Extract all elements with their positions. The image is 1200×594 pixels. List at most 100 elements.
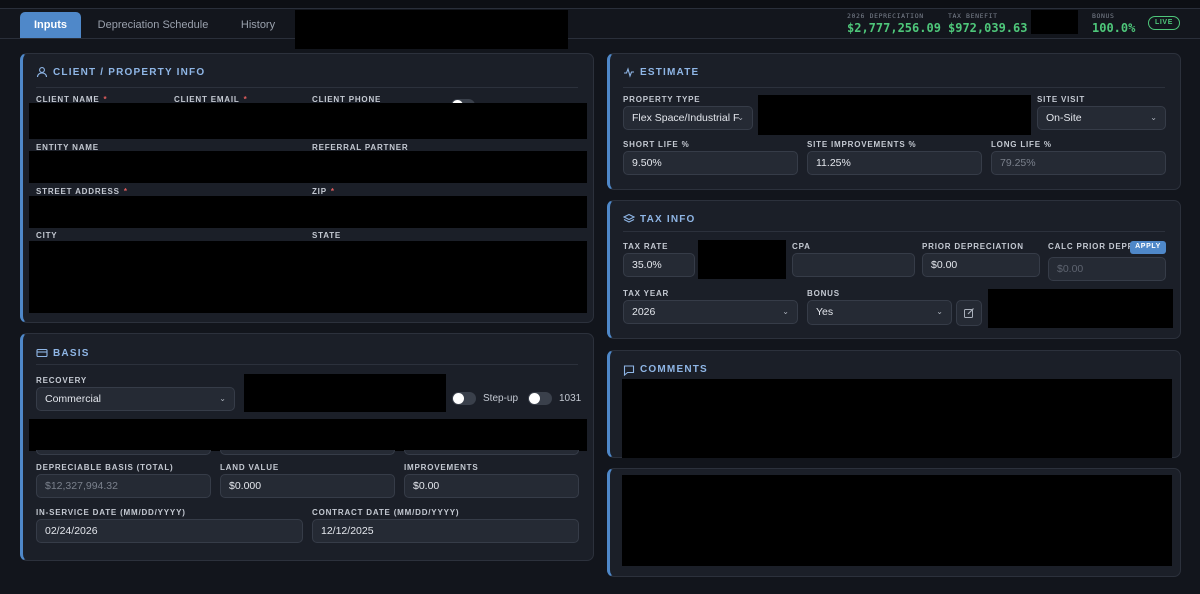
land-value-input[interactable]: $0.000 — [220, 474, 395, 498]
site-improvements-label: SITE IMPROVEMENTS % — [807, 140, 917, 149]
state-label: STATE — [312, 231, 342, 240]
divider — [36, 87, 578, 88]
exchange-1031-label: 1031 — [559, 393, 582, 404]
redacted-region — [29, 151, 587, 183]
improvements-label: IMPROVEMENTS — [404, 463, 479, 472]
redacted-region — [1031, 10, 1078, 34]
property-type-select[interactable]: Flex Space/Industrial F ⌄ — [623, 106, 753, 130]
tax-rate-label: TAX RATE — [623, 242, 669, 251]
street-address-label-text: STREET ADDRESS — [36, 187, 120, 196]
recovery-label: RECOVERY — [36, 376, 88, 385]
bonus-stat-value: 100.0% — [1092, 21, 1136, 35]
redacted-region — [29, 241, 587, 313]
contract-date-input[interactable]: 12/12/2025 — [312, 519, 579, 543]
redacted-region — [622, 475, 1172, 566]
bonus-label: BONUS — [807, 289, 840, 298]
tax-year-select[interactable]: 2026 ⌄ — [623, 300, 798, 324]
apply-button[interactable]: APPLY — [1130, 241, 1166, 254]
partial-field — [220, 450, 395, 455]
site-visit-select[interactable]: On-Site ⌄ — [1037, 106, 1166, 130]
zip-label: ZIP * — [312, 187, 335, 196]
estimate-panel-title: ESTIMATE — [640, 67, 700, 78]
tax-year-select-value: 2026 — [632, 306, 656, 318]
short-life-label: SHORT LIFE % — [623, 140, 690, 149]
basis-panel-title: BASIS — [53, 348, 90, 359]
layers-icon — [623, 213, 635, 223]
divider — [36, 364, 578, 365]
chevron-down-icon: ⌄ — [737, 113, 744, 122]
redacted-region — [29, 419, 587, 451]
redacted-region — [29, 103, 587, 139]
recovery-select-value: Commercial — [45, 393, 102, 405]
redacted-region — [29, 196, 587, 228]
short-life-input[interactable]: 9.50% — [623, 151, 798, 175]
toggle-knob — [529, 393, 540, 404]
redacted-region — [244, 374, 446, 412]
tax-info-panel-title: TAX INFO — [640, 214, 696, 225]
chevron-down-icon: ⌄ — [936, 307, 943, 316]
chevron-down-icon: ⌄ — [219, 394, 226, 403]
bonus-select[interactable]: Yes ⌄ — [807, 300, 952, 325]
edit-icon — [964, 308, 974, 318]
divider — [623, 231, 1165, 232]
tax-benefit-stat: TAX BENEFIT $972,039.63 — [948, 12, 1027, 35]
depreciable-basis-label: DEPRECIABLE BASIS (TOTAL) — [36, 463, 174, 472]
tax-benefit-stat-value: $972,039.63 — [948, 21, 1028, 35]
stepup-label: Step-up — [483, 393, 519, 404]
redacted-region — [622, 379, 1172, 458]
property-type-label: PROPERTY TYPE — [623, 95, 701, 104]
required-mark: * — [123, 187, 128, 196]
site-improvements-input[interactable]: 11.25% — [807, 151, 982, 175]
site-visit-label: SITE VISIT — [1037, 95, 1086, 104]
redacted-region — [758, 95, 1031, 135]
site-visit-select-value: On-Site — [1046, 112, 1082, 124]
bonus-select-value: Yes — [816, 306, 834, 318]
message-icon — [623, 365, 635, 376]
depreciation-stat-value: $2,777,256.09 — [847, 21, 941, 35]
tab-history[interactable]: History — [230, 12, 286, 38]
chevron-down-icon: ⌄ — [1150, 113, 1157, 122]
cpa-input[interactable] — [792, 253, 915, 277]
prior-depreciation-label: PRIOR DEPRECIATION — [922, 242, 1024, 251]
calc-prior-depr-field: $0.00 — [1048, 257, 1166, 281]
depreciation-stat: 2026 DEPRECIATION $2,777,256.09 — [847, 12, 941, 35]
bonus-stat: BONUS 100.0% — [1092, 12, 1135, 35]
user-icon — [36, 67, 48, 78]
partial-field — [404, 450, 579, 455]
depreciable-basis-field: $12,327,994.32 — [36, 474, 211, 498]
tab-depreciation-schedule[interactable]: Depreciation Schedule — [90, 12, 216, 38]
divider — [623, 87, 1165, 88]
chevron-down-icon: ⌄ — [782, 307, 789, 316]
tax-rate-input[interactable]: 35.0% — [623, 253, 695, 277]
land-value-label: LAND VALUE — [220, 463, 279, 472]
exchange-1031-toggle[interactable] — [528, 392, 552, 405]
toggle-knob — [453, 393, 464, 404]
long-life-field: 79.25% — [991, 151, 1166, 175]
contract-date-label: CONTRACT DATE (MM/DD/YYYY) — [312, 508, 460, 517]
property-type-select-value: Flex Space/Industrial F — [632, 112, 740, 124]
bonus-stat-label: BONUS — [1092, 12, 1115, 20]
edit-button[interactable] — [956, 300, 982, 326]
redacted-region — [698, 240, 786, 279]
in-service-date-input[interactable]: 02/24/2026 — [36, 519, 303, 543]
required-mark: * — [330, 187, 335, 196]
client-panel-title: CLIENT / PROPERTY INFO — [53, 67, 206, 78]
recovery-select[interactable]: Commercial ⌄ — [36, 387, 235, 411]
city-label: CITY — [36, 231, 58, 240]
tab-inputs[interactable]: Inputs — [20, 12, 81, 38]
comments-panel-title: COMMENTS — [640, 364, 708, 375]
card-icon — [36, 348, 48, 358]
activity-icon — [624, 67, 634, 78]
window-top-strip — [0, 0, 1200, 9]
depreciation-stat-label: 2026 DEPRECIATION — [847, 12, 924, 20]
long-life-label: LONG LIFE % — [991, 140, 1052, 149]
partial-field — [36, 450, 211, 455]
prior-depreciation-input[interactable]: $0.00 — [922, 253, 1040, 277]
stepup-toggle[interactable] — [452, 392, 476, 405]
cpa-label: CPA — [792, 242, 811, 251]
improvements-input[interactable]: $0.00 — [404, 474, 579, 498]
street-address-label: STREET ADDRESS * — [36, 187, 128, 196]
calc-prior-depr-label: CALC PRIOR DEPR — [1048, 242, 1135, 251]
in-service-date-label: IN-SERVICE DATE (MM/DD/YYYY) — [36, 508, 186, 517]
redacted-region — [988, 289, 1173, 328]
